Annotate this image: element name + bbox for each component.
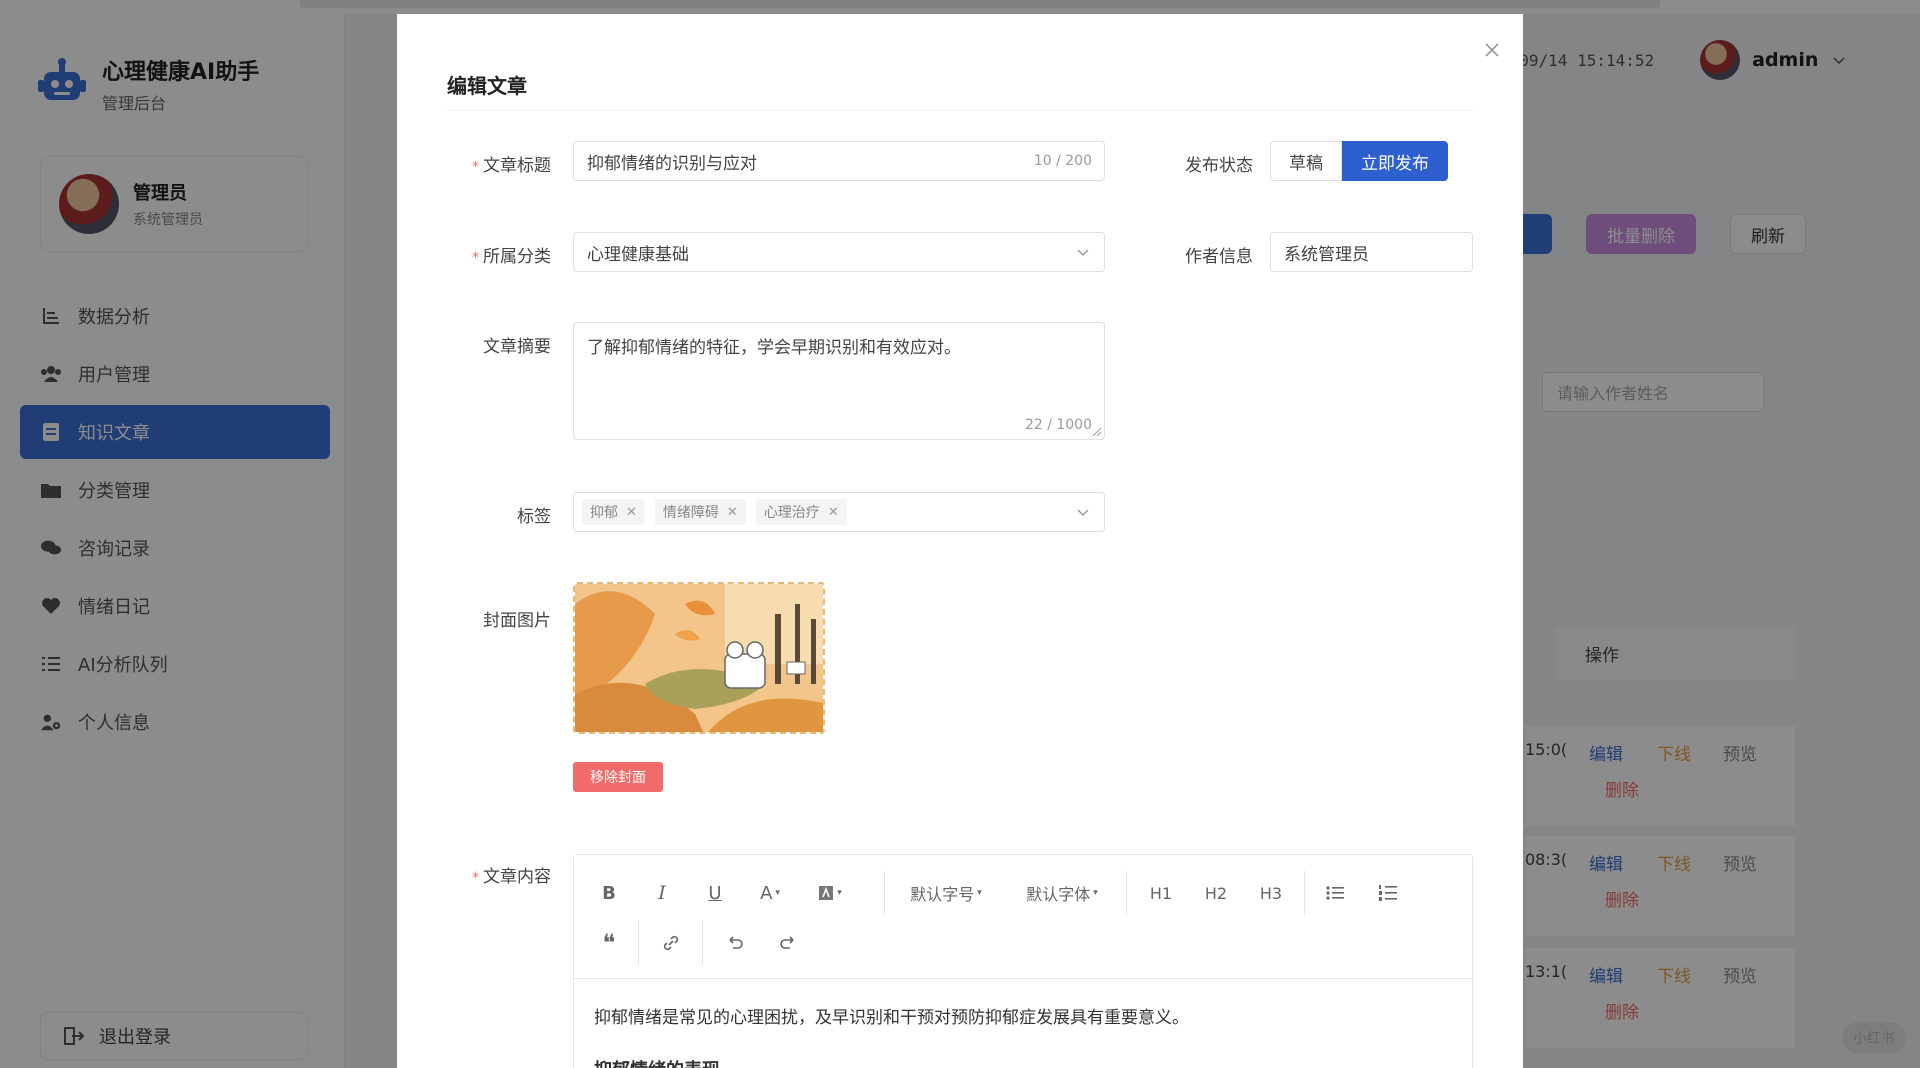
tag: 抑郁 ✕ [582, 499, 645, 525]
tags-select[interactable]: 抑郁 ✕ 情绪障碍 ✕ 心理治疗 ✕ [573, 492, 1105, 532]
summary-value: 了解抑郁情绪的特征，学会早期识别和有效应对。 [587, 338, 961, 358]
background-color-icon[interactable]: ▾ [810, 878, 850, 908]
resize-handle-icon[interactable] [1092, 427, 1102, 437]
content-label-text: 文章内容 [483, 867, 551, 887]
status-draft-button[interactable]: 草稿 [1270, 141, 1342, 181]
status-label: 发布状态 [1185, 156, 1253, 176]
bold-icon[interactable]: B [594, 878, 624, 908]
heading3-button[interactable]: H3 [1254, 878, 1288, 908]
chevron-down-icon [1077, 249, 1089, 256]
cover-image[interactable] [573, 582, 825, 734]
tag: 情绪障碍 ✕ [654, 499, 746, 525]
font-size-dropdown[interactable]: 默认字号 ▾ [904, 878, 988, 908]
category-select[interactable]: 心理健康基础 [573, 232, 1105, 272]
required-mark: * [472, 159, 479, 175]
editor-toolbar: B I U A ▾ ▾ 默认字号 ▾ 默认字体 ▾ H1 H2 H3 ❝ [574, 855, 1472, 979]
toolbar-separator [702, 921, 703, 965]
summary-counter: 22 / 1000 [1024, 417, 1092, 433]
font-family-label: 默认字体 [1026, 885, 1091, 904]
cover-illustration [575, 584, 823, 732]
rich-text-editor: B I U A ▾ ▾ 默认字号 ▾ 默认字体 ▾ H1 H2 H3 ❝ 抑郁情绪是常… [573, 854, 1473, 1068]
dialog-title: 编辑文章 [447, 74, 527, 98]
author-label: 作者信息 [1185, 247, 1253, 267]
edit-article-dialog: 编辑文章 * 文章标题 抑郁情绪的识别与应对 10 / 200 发布状态 草稿 立… [397, 14, 1523, 1068]
bullet-list-icon[interactable] [1320, 878, 1350, 908]
close-icon[interactable] [1480, 38, 1504, 62]
author-input[interactable]: 系统管理员 [1270, 232, 1473, 272]
font-family-dropdown[interactable]: 默认字体 ▾ [1020, 878, 1104, 908]
toolbar-separator [638, 921, 639, 965]
toolbar-separator [884, 871, 885, 915]
author-value: 系统管理员 [1284, 244, 1369, 265]
heading2-button[interactable]: H2 [1199, 878, 1233, 908]
title-input[interactable]: 抑郁情绪的识别与应对 10 / 200 [573, 141, 1105, 181]
tag: 心理治疗 ✕ [755, 499, 847, 525]
toolbar-separator [1126, 871, 1127, 915]
summary-textarea[interactable]: 了解抑郁情绪的特征，学会早期识别和有效应对。 22 / 1000 [573, 322, 1105, 440]
link-icon[interactable] [656, 928, 686, 958]
summary-label: 文章摘要 [483, 337, 551, 357]
status-segmented: 草稿 立即发布 [1270, 141, 1448, 181]
remove-cover-button[interactable]: 移除封面 [573, 762, 663, 792]
font-color-icon[interactable]: A ▾ [750, 878, 790, 908]
toolbar-separator [1304, 871, 1305, 915]
required-mark: * [472, 250, 479, 266]
tag-label: 情绪障碍 [662, 505, 719, 521]
cover-label: 封面图片 [483, 611, 551, 631]
close-icon[interactable]: ✕ [727, 505, 738, 520]
numbered-list-icon[interactable] [1373, 878, 1403, 908]
title-label-text: 文章标题 [483, 156, 551, 176]
close-icon[interactable]: ✕ [828, 505, 839, 520]
title-label: * 文章标题 [471, 151, 551, 176]
tag-label: 心理治疗 [763, 505, 820, 521]
tag-label: 抑郁 [590, 505, 618, 521]
italic-icon[interactable]: I [647, 878, 677, 908]
content-paragraph: 抑郁情绪是常见的心理困扰，及早识别和干预对预防抑郁症发展具有重要意义。 [594, 1008, 1189, 1028]
undo-icon[interactable] [720, 928, 750, 958]
title-value: 抑郁情绪的识别与应对 [587, 153, 757, 174]
content-label: * 文章内容 [471, 862, 551, 887]
title-counter: 10 / 200 [1033, 153, 1092, 169]
category-value: 心理健康基础 [587, 244, 689, 265]
underline-icon[interactable]: U [700, 878, 730, 908]
required-mark: * [472, 870, 479, 886]
close-icon[interactable]: ✕ [626, 505, 637, 520]
dialog-divider [447, 110, 1473, 111]
editor-content[interactable]: 抑郁情绪是常见的心理困扰，及早识别和干预对预防抑郁症发展具有重要意义。 抑郁情绪… [574, 979, 1472, 1068]
status-publish-button[interactable]: 立即发布 [1342, 141, 1448, 181]
category-label-text: 所属分类 [483, 247, 551, 267]
tags-label: 标签 [517, 507, 551, 527]
category-label: * 所属分类 [471, 242, 551, 267]
font-size-label: 默认字号 [910, 885, 975, 904]
heading1-button[interactable]: H1 [1144, 878, 1178, 908]
content-heading: 抑郁情绪的表现 [594, 1056, 1452, 1068]
quote-icon[interactable]: ❝ [594, 928, 624, 958]
redo-icon[interactable] [773, 928, 803, 958]
chevron-down-icon [1077, 509, 1089, 516]
